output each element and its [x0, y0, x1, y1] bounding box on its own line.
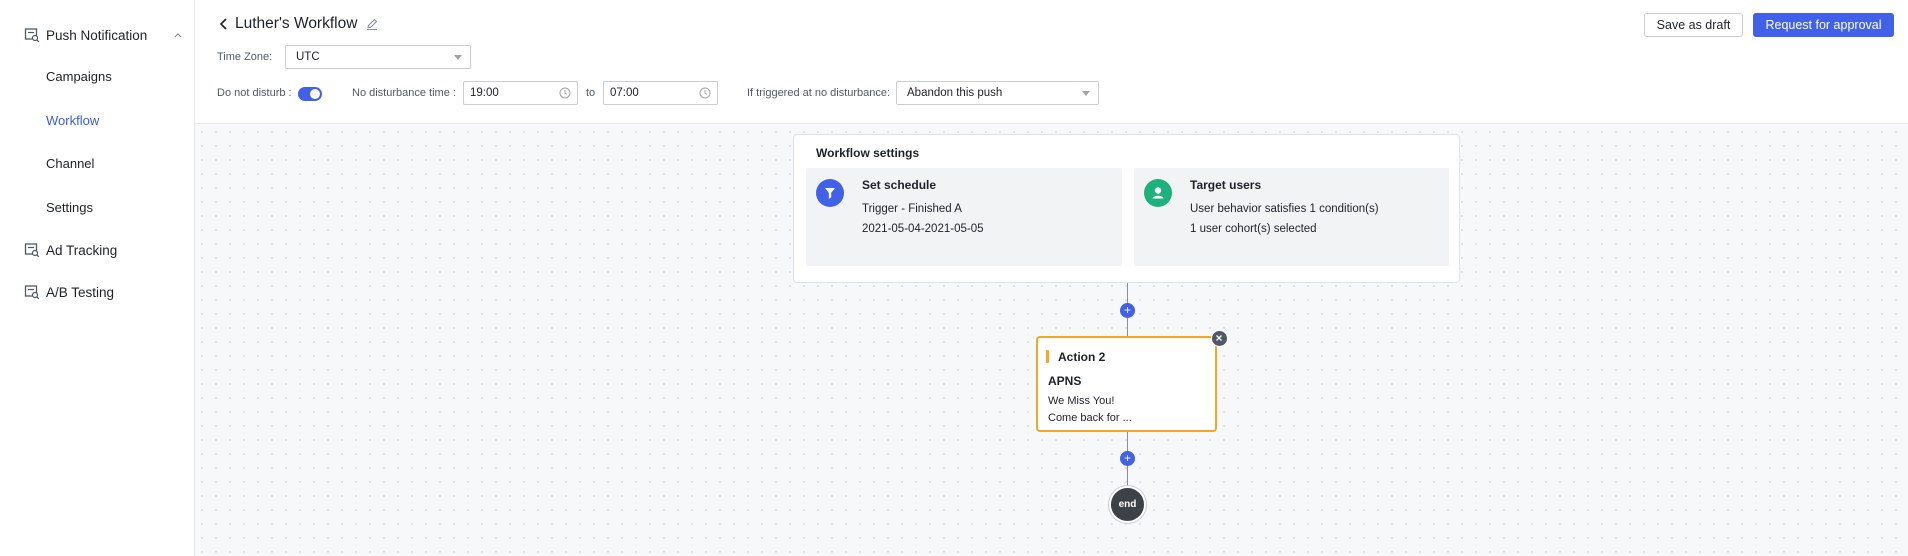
- sidebar-item-campaigns[interactable]: Campaigns: [46, 67, 112, 87]
- end-time-input[interactable]: 07:00: [603, 81, 718, 105]
- sidebar-item-settings[interactable]: Settings: [46, 198, 93, 218]
- dnd-toggle[interactable]: [298, 87, 322, 101]
- schedule-title: Set schedule: [862, 178, 937, 192]
- request-approval-button[interactable]: Request for approval: [1753, 13, 1894, 37]
- action-channel: APNS: [1048, 374, 1082, 388]
- schedule-card[interactable]: Set schedule Trigger - Finished A 2021-0…: [806, 168, 1122, 266]
- ad-tracking-icon: [24, 243, 40, 258]
- action-message-line-2: Come back for ...: [1048, 412, 1132, 424]
- sidebar-group-ad-tracking[interactable]: Ad Tracking: [24, 238, 117, 262]
- to-label: to: [586, 87, 596, 99]
- action-message-line-1: We Miss You!: [1048, 395, 1115, 407]
- schedule-trigger: Trigger - Finished A: [862, 203, 962, 215]
- no-disturb-time-label: No disturbance time :: [352, 87, 456, 99]
- clock-icon: [559, 87, 571, 99]
- caret-down-icon: [1082, 91, 1090, 96]
- action-card[interactable]: Action 2 APNS We Miss You! Come back for…: [1036, 336, 1217, 432]
- sidebar-group-ab-testing[interactable]: A/B Testing: [24, 280, 114, 304]
- close-icon[interactable]: [1211, 330, 1228, 347]
- target-users-title: Target users: [1190, 178, 1262, 192]
- target-cohort: 1 user cohort(s) selected: [1190, 223, 1317, 235]
- save-draft-button[interactable]: Save as draft: [1644, 13, 1743, 37]
- filter-icon: [816, 179, 844, 207]
- add-step-button[interactable]: +: [1120, 451, 1135, 466]
- sidebar: Push Notification Campaigns Workflow Cha…: [0, 0, 195, 556]
- sidebar-group-label: Push Notification: [46, 27, 148, 43]
- start-time-input[interactable]: 19:00: [463, 81, 578, 105]
- clock-icon: [699, 87, 711, 99]
- user-icon: [1144, 179, 1172, 207]
- triggered-value: Abandon this push: [907, 87, 1003, 99]
- sidebar-group-label: Ad Tracking: [46, 242, 118, 258]
- workflow-settings-title: Workflow settings: [816, 146, 920, 160]
- ab-testing-icon: [24, 285, 40, 300]
- action-title: Action 2: [1058, 350, 1106, 364]
- back-arrow-icon[interactable]: [217, 17, 231, 31]
- start-time-value: 19:00: [470, 87, 499, 99]
- chevron-up-icon[interactable]: [170, 27, 186, 43]
- action-accent-bar: [1046, 350, 1049, 363]
- timezone-value: UTC: [296, 51, 320, 63]
- triggered-label: If triggered at no disturbance:: [747, 87, 891, 99]
- edit-icon[interactable]: [365, 17, 379, 31]
- end-node: end: [1109, 486, 1146, 523]
- triggered-action-select[interactable]: Abandon this push: [896, 81, 1099, 105]
- toggle-knob: [310, 89, 320, 99]
- target-users-card[interactable]: Target users User behavior satisfies 1 c…: [1134, 168, 1449, 266]
- workflow-header: Luther's Workflow Save as draft Request …: [195, 0, 1908, 124]
- sidebar-group-label: A/B Testing: [46, 284, 115, 300]
- page-title: Luther's Workflow: [235, 15, 358, 32]
- sidebar-item-channel[interactable]: Channel: [46, 154, 94, 174]
- add-step-button[interactable]: +: [1120, 303, 1135, 318]
- timezone-label: Time Zone:: [217, 51, 273, 63]
- sidebar-group-push-notification[interactable]: Push Notification: [24, 23, 182, 47]
- title-row: Luther's Workflow: [217, 14, 379, 34]
- sidebar-item-workflow[interactable]: Workflow: [46, 111, 99, 131]
- push-icon: [24, 28, 40, 43]
- target-condition: User behavior satisfies 1 condition(s): [1190, 203, 1379, 215]
- dnd-label: Do not disturb :: [217, 87, 292, 99]
- end-time-value: 07:00: [610, 87, 639, 99]
- timezone-select[interactable]: UTC: [285, 45, 471, 69]
- schedule-dates: 2021-05-04-2021-05-05: [862, 223, 984, 235]
- caret-down-icon: [454, 55, 462, 60]
- workflow-settings-card[interactable]: Workflow settings Set schedule Trigger -…: [793, 134, 1460, 283]
